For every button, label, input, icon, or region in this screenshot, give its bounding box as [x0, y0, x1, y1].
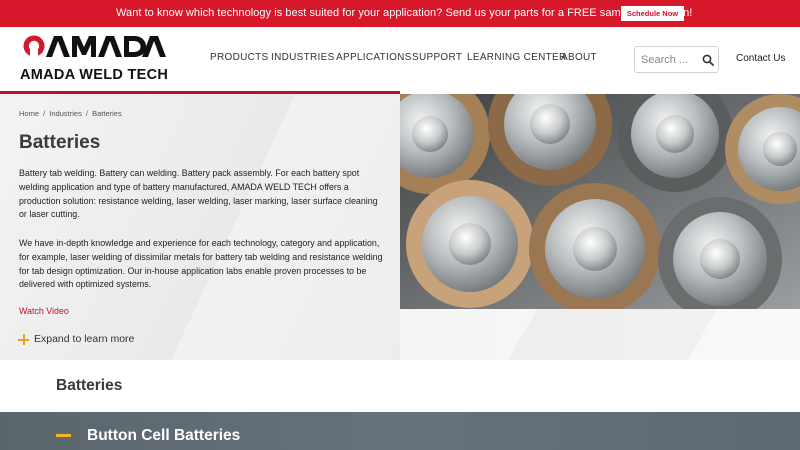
- search-icon[interactable]: [702, 54, 714, 66]
- promo-message: Want to know which technology is best su…: [116, 7, 693, 19]
- hero-bottom-strip: [400, 309, 800, 360]
- breadcrumb-home[interactable]: Home: [19, 109, 39, 118]
- schedule-now-button[interactable]: Schedule Now: [621, 6, 684, 21]
- nav-products[interactable]: PRODUCTS: [210, 52, 269, 63]
- accordion-button-cell[interactable]: Button Cell Batteries: [0, 412, 800, 450]
- accordion-title: Button Cell Batteries: [87, 427, 241, 444]
- search-box: [634, 46, 719, 73]
- section-title: Batteries: [56, 377, 123, 394]
- expertise-paragraph: We have in-depth knowledge and experienc…: [19, 238, 383, 290]
- breadcrumb-current: Batteries: [92, 109, 122, 118]
- nav-learning-center[interactable]: LEARNING CENTER: [467, 52, 567, 63]
- contact-us-link[interactable]: Contact Us: [736, 53, 785, 64]
- nav-industries[interactable]: INDUSTRIES: [271, 52, 335, 63]
- amada-logo-mark: [23, 35, 166, 57]
- expand-label: Expand to learn more: [34, 333, 135, 345]
- brand-name: AMADA WELD TECH: [20, 67, 169, 83]
- search-input[interactable]: [641, 53, 696, 67]
- intro-paragraph: Battery tab welding. Battery can welding…: [19, 168, 378, 220]
- page-title: Batteries: [19, 132, 101, 153]
- breadcrumb: Home / Industries / Batteries: [19, 109, 124, 118]
- brand-logo[interactable]: AMADA WELD TECH: [20, 33, 169, 83]
- collapse-icon: [56, 434, 71, 437]
- breadcrumb-separator: /: [85, 109, 89, 118]
- batteries-hero-image: [400, 94, 800, 309]
- promo-bar: Want to know which technology is best su…: [0, 0, 800, 27]
- breadcrumb-separator: /: [43, 109, 46, 118]
- watch-video-link[interactable]: Watch Video: [19, 306, 69, 316]
- breadcrumb-industries[interactable]: Industries: [49, 109, 82, 118]
- nav-about[interactable]: ABOUT: [561, 52, 597, 63]
- nav-support[interactable]: SUPPORT: [412, 52, 462, 63]
- nav-applications[interactable]: APPLICATIONS: [336, 52, 412, 63]
- plus-icon: [18, 334, 29, 345]
